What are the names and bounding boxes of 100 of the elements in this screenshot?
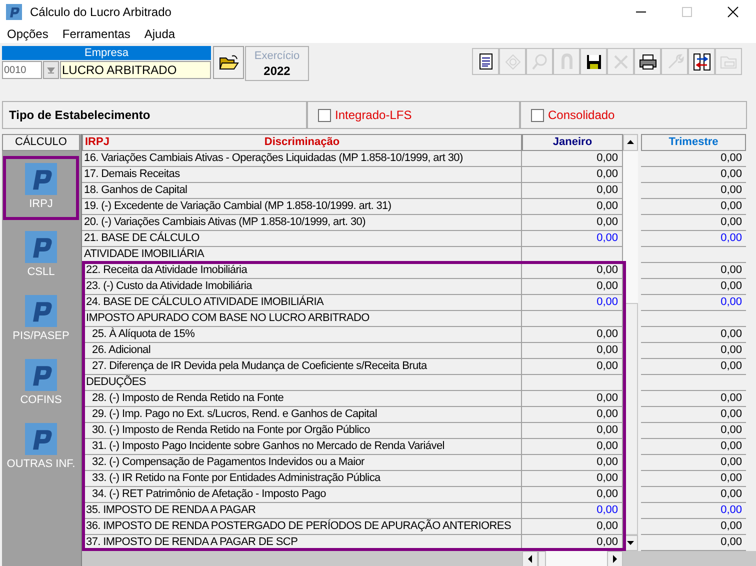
scrollbar-thumb[interactable] [538, 551, 546, 566]
table-cell: 0,00 [641, 263, 746, 279]
table-cell: 0,00 [641, 183, 746, 199]
row-label: 31. (-) Imposto Pago Incidente sobre Ganhos no Mercado de Renda Variável [82, 439, 522, 455]
p-logo-icon [25, 295, 57, 327]
sidebar-item[interactable]: COFINS [3, 352, 79, 416]
scroll-left-icon[interactable] [522, 551, 538, 566]
table-cell: 0,00 [522, 279, 623, 295]
table-cell: 0,00 [641, 231, 746, 247]
menu-item[interactable]: Ajuda [144, 24, 176, 42]
group-header: Empresa [2, 46, 211, 60]
table-cell: 0,00 [641, 439, 746, 455]
table-title: IRPJ [85, 135, 110, 150]
folder-icon [218, 54, 238, 70]
section-row: IMPOSTO APURADO COM BASE NO LUCRO ARBITRADO [82, 311, 522, 327]
checkbox-label: Consolidado [548, 107, 615, 124]
company-field[interactable]: LUCRO ARBITRADO [60, 60, 211, 78]
sidebar-item[interactable]: CSLL [3, 224, 79, 288]
table-cell: 0,00 [641, 295, 746, 311]
diamond-icon [502, 52, 522, 72]
section-label: Tipo de Estabelecimento [9, 107, 150, 124]
sidebar-item[interactable]: PIS/PASEP [3, 288, 79, 352]
toolbar-button[interactable] [580, 48, 607, 75]
table-cell: 0,00 [641, 519, 746, 535]
table-cell: 0,00 [641, 359, 746, 375]
checkbox-label: Integrado-LFS [335, 107, 412, 124]
table-cell: 0,00 [641, 487, 746, 503]
toolbar-button[interactable] [472, 48, 499, 75]
table-cell: 0,00 [641, 199, 746, 215]
table-cell: 0,00 [522, 263, 623, 279]
row-label: 28. (-) Imposto de Renda Retido na Fonte [82, 391, 522, 407]
table-cell: 0,00 [522, 183, 623, 199]
row-label: 20. (-) Variações Cambiais Ativas (MP 1.858-10/1999, art. 30) [82, 215, 522, 231]
row-label: 24. BASE DE CÁLCULO ATIVIDADE IMOBILIÁRIA [82, 295, 522, 311]
table-cell: 0,00 [522, 231, 623, 247]
table-cell: 0,00 [522, 503, 623, 519]
open-folder-button[interactable] [213, 46, 244, 79]
table-cell: 0,00 [641, 279, 746, 295]
menu-item[interactable]: Ferramentas [62, 24, 130, 42]
table-cell: 0,00 [522, 487, 623, 503]
row-label: 26. Adicional [82, 343, 522, 359]
table-cell: 0,00 [641, 343, 746, 359]
code-field[interactable]: 0010 [2, 60, 42, 78]
table-cell: 0,00 [641, 535, 746, 551]
transfer-icon [692, 52, 712, 72]
column-header[interactable]: Trimestre [641, 134, 746, 151]
menu-item[interactable]: Opções [7, 24, 48, 42]
p-logo-icon [25, 231, 57, 263]
p-logo-icon [25, 163, 57, 195]
row-label: 33. (-) IR Retido na Fonte por Entidades Administração Pública [82, 471, 522, 487]
row-label: 19. (-) Excedente de Variação Cambial (MP 1.858-10/1999. art. 31) [82, 199, 522, 215]
scroll-right-icon[interactable] [607, 551, 623, 566]
row-label: 16. Variações Cambiais Ativas - Operações Liquidadas (MP 1.858-10/1999, art 30) [82, 151, 522, 167]
section-header: CÁLCULO [2, 134, 80, 151]
sidebar-item[interactable]: IRPJ [3, 156, 79, 220]
column-header[interactable]: Janeiro [522, 134, 623, 151]
table-cell: 0,00 [522, 295, 623, 311]
table-cell: 0,00 [522, 407, 623, 423]
table-cell: 0,00 [522, 439, 623, 455]
row-label: 21. BASE DE CÁLCULO [82, 231, 522, 247]
table-cell: 0,00 [522, 455, 623, 471]
row-label: 36. IMPOSTO DE RENDA POSTERGADO DE PERÍODOS DE APURAÇÃO ANTERIORES [82, 519, 522, 535]
table-cell: 0,00 [641, 327, 746, 343]
table-cell: 0,00 [641, 455, 746, 471]
table-cell: 0,00 [522, 471, 623, 487]
row-label: 29. (-) Imp. Pago no Ext. s/Lucros, Rend. e Ganhos de Capital [82, 407, 522, 423]
row-label: 18. Ganhos de Capital [82, 183, 522, 199]
search-icon [530, 52, 550, 72]
scroll-up-icon[interactable] [623, 134, 638, 151]
app-icon [6, 4, 22, 20]
table-cell: 0,00 [641, 167, 746, 183]
table-cell: 0,00 [641, 471, 746, 487]
table-cell: 0,00 [522, 167, 623, 183]
table-cell: 0,00 [641, 151, 746, 167]
table-cell: 0,00 [522, 423, 623, 439]
toolbar-button[interactable] [634, 48, 661, 75]
checkbox[interactable] [531, 108, 544, 122]
table-cell: 0,00 [522, 343, 623, 359]
year-value: 2022 [264, 62, 290, 78]
table-cell: 0,00 [641, 423, 746, 439]
p-logo-icon [25, 359, 57, 391]
window-title: Cálculo do Lucro Arbitrado [30, 4, 172, 21]
table-cell: 0,00 [522, 199, 623, 215]
printer-icon [638, 52, 658, 72]
table-cell: 0,00 [522, 359, 623, 375]
column-header[interactable]: Discriminação [264, 134, 340, 151]
field-label: Exercício [254, 48, 300, 62]
table-cell: 0,00 [641, 407, 746, 423]
table-cell: 0,00 [641, 391, 746, 407]
table-cell: 0,00 [522, 215, 623, 231]
sidebar-item[interactable]: OUTRAS INF. [3, 416, 79, 480]
row-label: 25. À Alíquota de 15% [82, 327, 522, 343]
checkbox[interactable] [318, 108, 331, 122]
section-row: DEDUÇÕES [82, 375, 522, 391]
row-label: 27. Diferença de IR Devida pela Mudança de Coeficiente s/Receita Bruta [82, 359, 522, 375]
table-cell: 0,00 [522, 519, 623, 535]
row-label: 34. (-) RET Patrimônio de Afetação - Imposto Pago [82, 487, 522, 503]
table-cell: 0,00 [522, 327, 623, 343]
toolbar-button[interactable] [688, 48, 715, 75]
row-label: 17. Demais Receitas [82, 167, 522, 183]
